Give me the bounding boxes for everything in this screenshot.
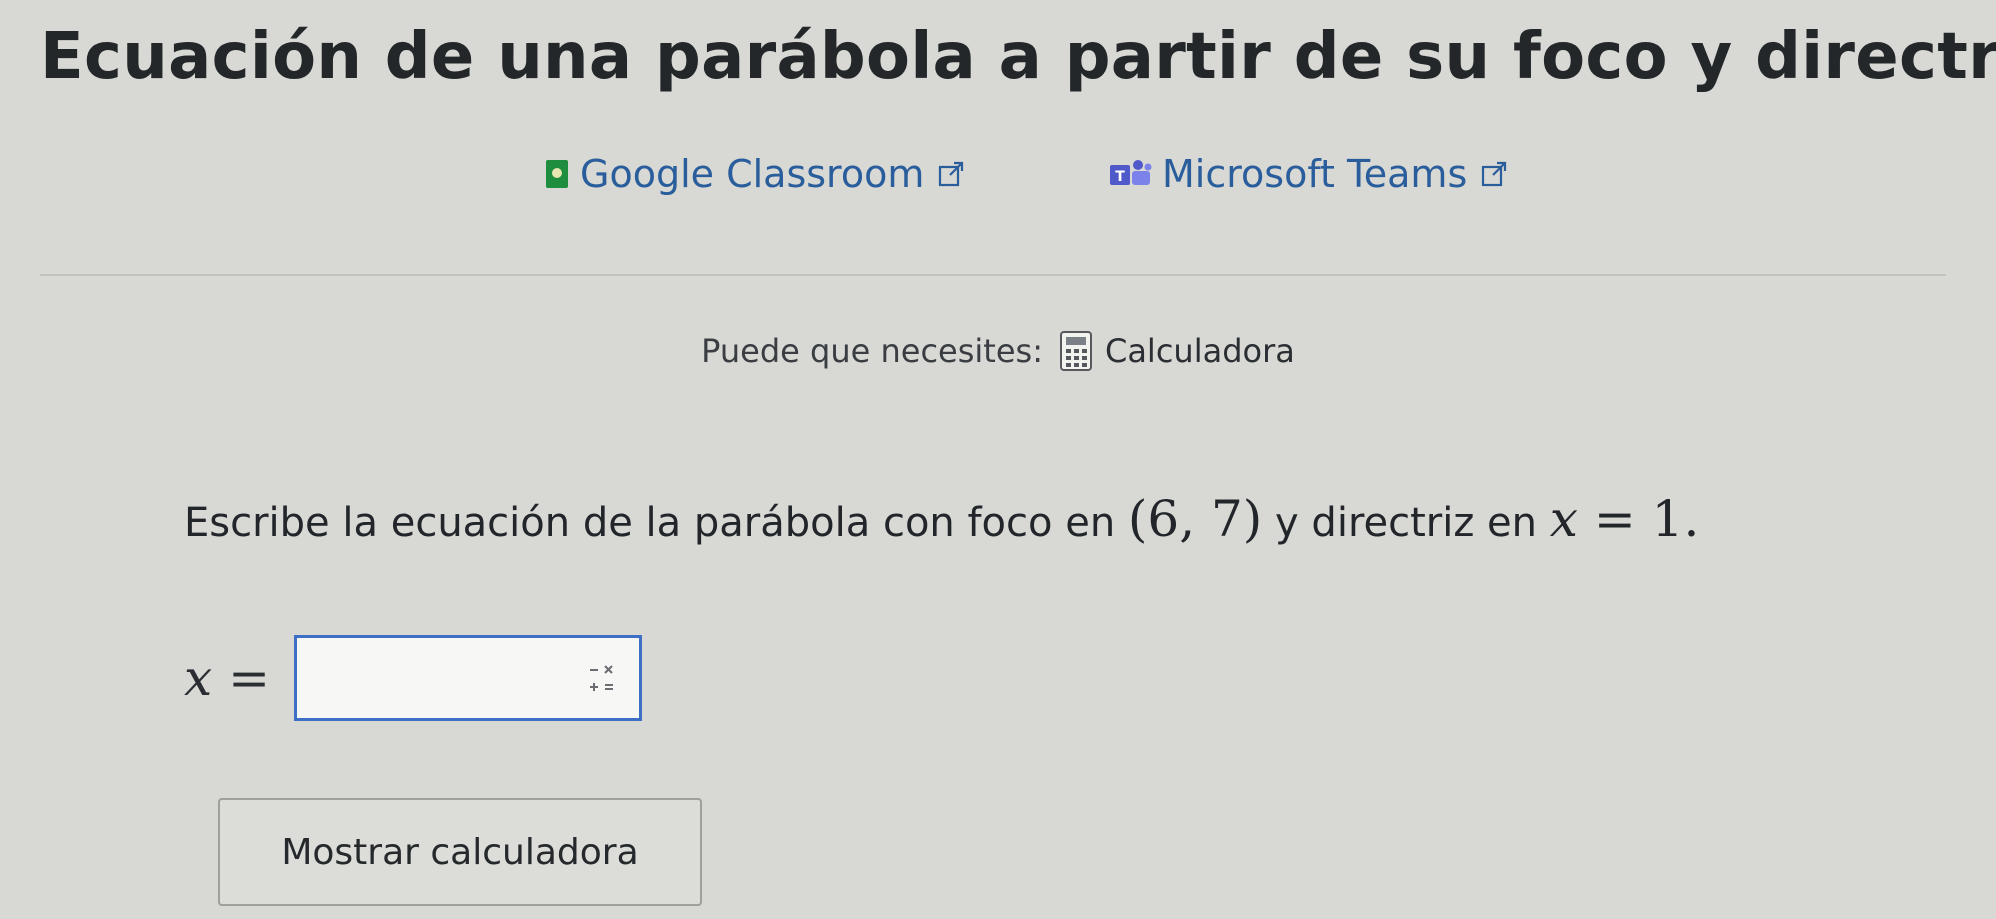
problem-text-middle: y directriz en bbox=[1275, 500, 1538, 546]
directrix-variable: x bbox=[1549, 490, 1578, 548]
tools-row: Puede que necesites: Calculadora bbox=[0, 330, 1996, 372]
answer-input[interactable] bbox=[297, 638, 589, 720]
google-classroom-label: Google Classroom bbox=[580, 152, 925, 196]
focus-point: (6, 7) bbox=[1127, 490, 1263, 548]
google-classroom-icon bbox=[546, 160, 568, 188]
svg-text:T: T bbox=[1115, 169, 1125, 185]
problem-statement: Escribe la ecuación de la parábola con f… bbox=[184, 490, 1699, 548]
math-operators-icon[interactable] bbox=[587, 662, 617, 696]
calculator-icon bbox=[1059, 331, 1092, 371]
answer-label: x = bbox=[184, 649, 270, 707]
microsoft-teams-label: Microsoft Teams bbox=[1162, 152, 1468, 196]
answer-equals: = bbox=[212, 649, 270, 707]
microsoft-teams-icon: T bbox=[1110, 160, 1152, 185]
calculator-label: Calculadora bbox=[1104, 332, 1295, 370]
share-row: Google Classroom T Microsoft Teams bbox=[0, 152, 1996, 208]
external-link-icon bbox=[939, 161, 964, 187]
tools-prefix: Puede que necesites: bbox=[701, 332, 1043, 370]
section-divider bbox=[40, 274, 1946, 276]
answer-variable: x bbox=[184, 649, 213, 707]
page-title: Ecuación de una parábola a partir de su … bbox=[40, 20, 1996, 94]
answer-row: x = bbox=[184, 632, 642, 724]
microsoft-teams-link[interactable]: T Microsoft Teams bbox=[1108, 152, 1507, 196]
show-calculator-button[interactable]: Mostrar calculadora bbox=[218, 798, 702, 906]
problem-text-before: Escribe la ecuación de la parábola con f… bbox=[184, 500, 1116, 546]
answer-input-box[interactable] bbox=[294, 635, 642, 721]
directrix-value: = 1. bbox=[1577, 490, 1700, 548]
google-classroom-link[interactable]: Google Classroom bbox=[546, 152, 964, 196]
calculator-link[interactable]: Calculadora bbox=[1043, 330, 1295, 372]
external-link-icon bbox=[1482, 161, 1507, 187]
